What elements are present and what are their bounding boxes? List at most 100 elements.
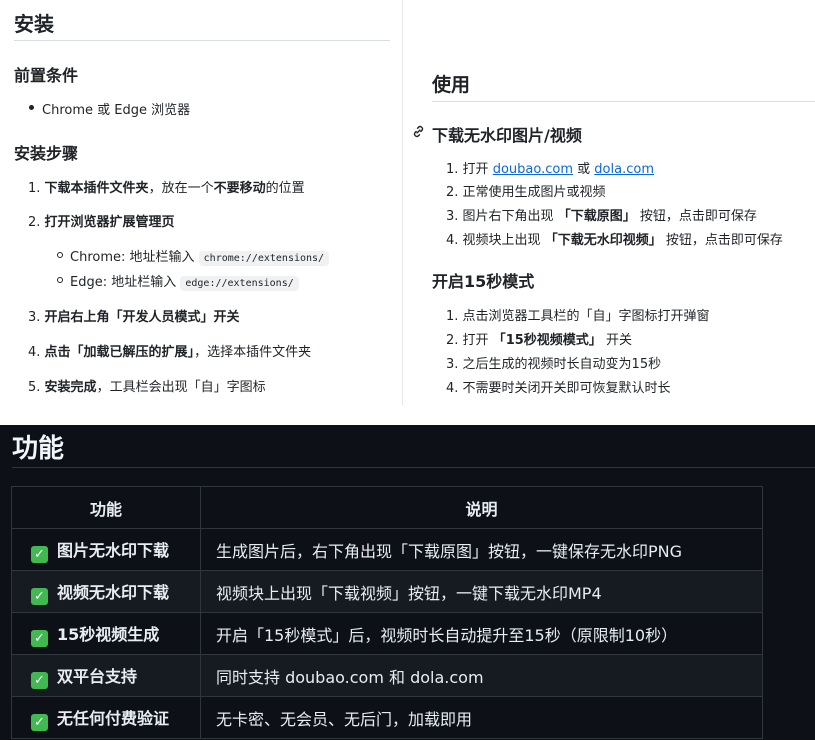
step-text: 打开 xyxy=(462,333,489,348)
install-step-2: 2. 打开浏览器扩展管理页 xyxy=(28,211,175,230)
steps-heading: 安装步骤 xyxy=(14,144,79,163)
step-bold: 开启右上角「开发人员模式」开关 xyxy=(44,310,240,325)
download-step-1: 1. 打开 doubao.com 或 dola.com xyxy=(446,158,654,177)
features-dark-section: 功能 功能 说明 ✓ 图片无水印下载 生成图片后，右下角出现「下载原图」按钮，一键… xyxy=(0,425,815,740)
step-number: 5. xyxy=(28,380,41,395)
anchor-link-icon[interactable] xyxy=(411,124,426,143)
step-number: 4. xyxy=(446,381,459,396)
step-text: 开关 xyxy=(605,333,632,348)
prereq-heading: 前置条件 xyxy=(14,66,79,85)
step-number: 4. xyxy=(446,233,459,248)
step-text-2: 的位置 xyxy=(265,181,305,196)
install-heading: 安装 xyxy=(14,12,54,36)
feature-desc-cell: 开启「15秒模式」后，视频时长自动提升至15秒（原限制10秒） xyxy=(200,612,763,655)
column-divider xyxy=(402,0,403,405)
column-header-feature: 功能 xyxy=(11,486,201,529)
sub-label: Chrome: 地址栏输入 xyxy=(70,250,195,265)
step-text: 正常使用生成图片或视频 xyxy=(462,185,606,200)
usage-heading: 使用 xyxy=(432,74,471,96)
step-text: ，工具栏会出现「自」字图标 xyxy=(96,380,266,395)
checkmark-icon: ✓ xyxy=(31,545,48,563)
download-heading: 下载无水印图片/视频 xyxy=(432,126,582,145)
step-text: 点击浏览器工具栏的「自」字图标打开弹窗 xyxy=(462,309,710,324)
prereq-item: Chrome 或 Edge 浏览器 xyxy=(42,103,191,118)
checkmark-icon: ✓ xyxy=(31,629,48,647)
step-bold: 打开浏览器扩展管理页 xyxy=(44,215,175,230)
feature-name: 视频无水印下载 xyxy=(57,582,170,602)
table-row: ✓ 15秒视频生成 开启「15秒模式」后，视频时长自动提升至15秒（原限制10秒） xyxy=(11,612,763,655)
step-text: 不需要时关闭开关即可恢复默认时长 xyxy=(462,381,671,396)
step-number: 1. xyxy=(446,309,459,324)
step-text: 按钮，点击即可保存 xyxy=(665,233,783,248)
chrome-url-code: chrome://extensions/ xyxy=(198,251,330,266)
mode-heading: 开启15秒模式 xyxy=(432,272,535,291)
step-text: ，放在一个 xyxy=(148,181,214,196)
step-number: 3. xyxy=(446,209,459,224)
step-bold: 「15秒视频模式」 xyxy=(492,333,602,348)
feature-desc-cell: 同时支持 doubao.com 和 dola.com xyxy=(200,654,763,697)
features-heading: 功能 xyxy=(12,434,65,464)
step-text: 或 xyxy=(577,162,591,177)
step-text: 打开 xyxy=(462,162,489,177)
step-number: 3. xyxy=(446,357,459,372)
feature-name: 15秒视频生成 xyxy=(57,624,160,644)
bullet-dot xyxy=(29,105,34,110)
install-step-1: 1. 下载本插件文件夹，放在一个不要移动的位置 xyxy=(28,177,305,196)
sub-label: Edge: 地址栏输入 xyxy=(70,275,177,290)
feature-name-cell: ✓ 无任何付费验证 xyxy=(11,696,201,739)
chrome-instruction: Chrome: 地址栏输入 chrome://extensions/ xyxy=(70,246,330,266)
step-number: 1. xyxy=(446,162,459,177)
table-row: ✓ 图片无水印下载 生成图片后，右下角出现「下载原图」按钮，一键保存无水印PNG xyxy=(11,528,763,571)
step-text: 之后生成的视频时长自动变为15秒 xyxy=(462,357,662,372)
step-text: 视频块上出现 xyxy=(462,233,541,248)
mode-step-1: 1. 点击浏览器工具栏的「自」字图标打开弹窗 xyxy=(446,305,710,324)
heading-rule xyxy=(432,101,815,102)
step-bold: 「下载无水印视频」 xyxy=(544,233,662,248)
feature-name-cell: ✓ 图片无水印下载 xyxy=(11,528,201,571)
step-bold-2: 不要移动 xyxy=(213,181,266,196)
checkmark-icon: ✓ xyxy=(31,671,48,689)
install-step-3: 3. 开启右上角「开发人员模式」开关 xyxy=(28,306,240,325)
feature-desc-cell: 视频块上出现「下载视频」按钮，一键下载无水印MP4 xyxy=(200,570,763,613)
doubao-link[interactable]: doubao.com xyxy=(493,162,573,177)
circle-bullet xyxy=(57,277,63,283)
step-bold: 点击「加载已解压的扩展」 xyxy=(44,345,195,360)
feature-name-cell: ✓ 视频无水印下载 xyxy=(11,570,201,613)
step-number: 1. xyxy=(28,181,41,196)
step-number: 2. xyxy=(446,333,459,348)
dola-link[interactable]: dola.com xyxy=(594,162,654,177)
features-table: 功能 说明 ✓ 图片无水印下载 生成图片后，右下角出现「下载原图」按钮，一键保存无… xyxy=(11,486,763,739)
feature-name-cell: ✓ 15秒视频生成 xyxy=(11,612,201,655)
step-text: 按钮，点击即可保存 xyxy=(639,209,757,224)
step-number: 4. xyxy=(28,345,41,360)
readme-light-section: 安装 前置条件 Chrome 或 Edge 浏览器 安装步骤 1. 下载本插件文… xyxy=(0,0,815,425)
step-text: ，选择本插件文件夹 xyxy=(194,345,312,360)
step-number: 3. xyxy=(28,310,41,325)
step-bold: 「下载原图」 xyxy=(557,209,636,224)
download-step-3: 3. 图片右下角出现 「下载原图」 按钮，点击即可保存 xyxy=(446,205,757,224)
mode-step-2: 2. 打开 「15秒视频模式」 开关 xyxy=(446,329,632,348)
table-row: ✓ 双平台支持 同时支持 doubao.com 和 dola.com xyxy=(11,654,763,697)
edge-instruction: Edge: 地址栏输入 edge://extensions/ xyxy=(70,271,299,291)
table-row: ✓ 视频无水印下载 视频块上出现「下载视频」按钮，一键下载无水印MP4 xyxy=(11,570,763,613)
feature-desc-cell: 无卡密、无会员、无后门，加载即用 xyxy=(200,696,763,739)
checkmark-icon: ✓ xyxy=(31,713,48,731)
mode-step-4: 4. 不需要时关闭开关即可恢复默认时长 xyxy=(446,377,671,396)
table-row: ✓ 无任何付费验证 无卡密、无会员、无后门，加载即用 xyxy=(11,696,763,739)
feature-name-cell: ✓ 双平台支持 xyxy=(11,654,201,697)
step-text: 图片右下角出现 xyxy=(462,209,554,224)
feature-name: 图片无水印下载 xyxy=(57,540,170,560)
install-step-5: 5. 安装完成，工具栏会出现「自」字图标 xyxy=(28,376,266,395)
feature-desc-cell: 生成图片后，右下角出现「下载原图」按钮，一键保存无水印PNG xyxy=(200,528,763,571)
edge-url-code: edge://extensions/ xyxy=(180,276,299,291)
column-header-description: 说明 xyxy=(200,486,763,529)
heading-rule xyxy=(12,467,815,468)
feature-name: 双平台支持 xyxy=(57,666,138,686)
install-step-4: 4. 点击「加载已解压的扩展」，选择本插件文件夹 xyxy=(28,341,311,360)
download-step-2: 2. 正常使用生成图片或视频 xyxy=(446,181,606,200)
circle-bullet xyxy=(57,252,63,258)
table-header-row: 功能 说明 xyxy=(11,486,763,529)
step-bold: 安装完成 xyxy=(44,380,97,395)
mode-step-3: 3. 之后生成的视频时长自动变为15秒 xyxy=(446,353,661,372)
heading-rule xyxy=(14,40,390,41)
